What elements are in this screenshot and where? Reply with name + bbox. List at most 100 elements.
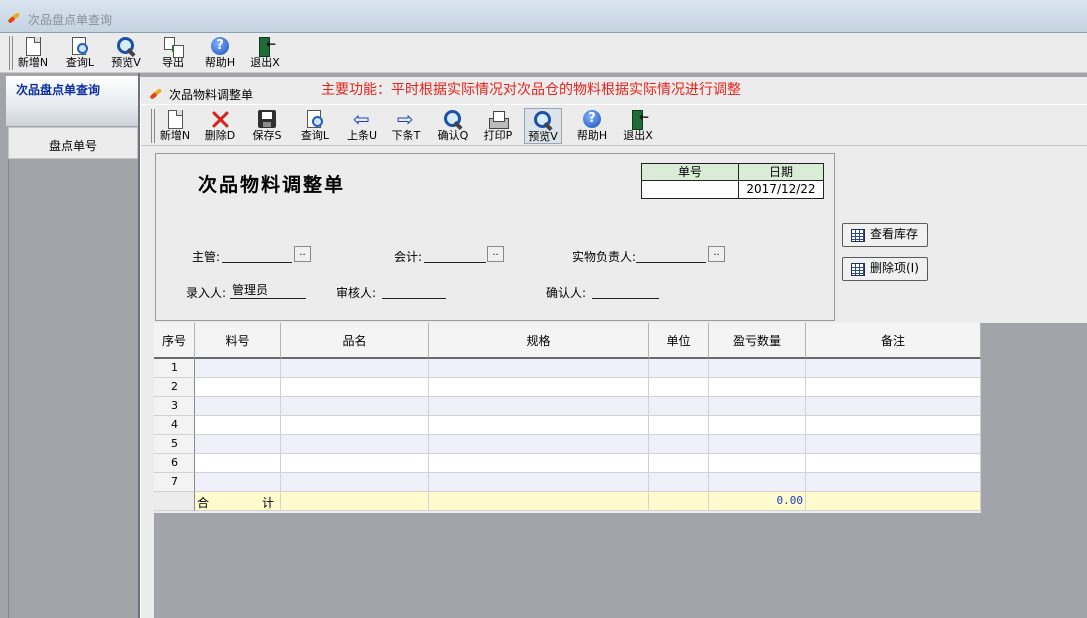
item-no-cell[interactable] [195, 397, 281, 416]
toolbar-grip[interactable] [151, 109, 155, 143]
exit-button[interactable]: 退出X [620, 108, 656, 144]
save-icon [256, 109, 278, 129]
unit-cell[interactable] [649, 435, 709, 454]
view-stock-button[interactable]: 查看库存 [842, 223, 928, 247]
remark-cell[interactable] [806, 378, 981, 397]
unit-cell[interactable] [649, 359, 709, 378]
item-name-cell[interactable] [281, 416, 429, 435]
item-no-cell[interactable] [195, 378, 281, 397]
help-icon [209, 36, 231, 56]
spec-cell[interactable] [429, 397, 649, 416]
qty-cell[interactable] [709, 473, 806, 492]
remark-cell[interactable] [806, 416, 981, 435]
unit-cell[interactable] [649, 378, 709, 397]
col-header-item-no[interactable]: 料号 [195, 323, 281, 359]
print-button[interactable]: 打印P [481, 108, 515, 144]
confirm-button[interactable]: 确认Q [436, 108, 470, 144]
item-name-cell[interactable] [281, 473, 429, 492]
col-header-qty[interactable]: 盈亏数量 [709, 323, 806, 359]
item-name-cell[interactable] [281, 435, 429, 454]
left-list-body[interactable] [8, 159, 138, 618]
reviewer-field[interactable] [382, 283, 446, 299]
table-row[interactable]: 3 [154, 397, 981, 416]
col-header-seq[interactable]: 序号 [154, 323, 195, 359]
item-no-cell[interactable] [195, 473, 281, 492]
qty-cell[interactable] [709, 378, 806, 397]
outer-preview-button[interactable]: 预览V [108, 35, 144, 71]
accountant-lookup-button[interactable]: .. [487, 246, 504, 262]
confirmer-field[interactable] [592, 283, 659, 299]
remark-cell[interactable] [806, 454, 981, 473]
toolbar-grip[interactable] [9, 36, 13, 70]
supervisor-field[interactable] [222, 247, 292, 263]
spec-cell[interactable] [429, 454, 649, 473]
outer-export-button[interactable]: 导出 [157, 35, 189, 71]
spec-cell[interactable] [429, 378, 649, 397]
table-row[interactable]: 7 [154, 473, 981, 492]
outer-exit-label: 退出X [250, 56, 280, 69]
outer-exit-button[interactable]: 退出X [247, 35, 283, 71]
number-value[interactable] [642, 181, 739, 198]
save-button[interactable]: 保存S [250, 108, 284, 144]
col-header-spec[interactable]: 规格 [429, 323, 649, 359]
spec-cell[interactable] [429, 473, 649, 492]
total-item-name-cell [281, 492, 429, 511]
row-number: 1 [154, 359, 195, 378]
unit-cell[interactable] [649, 397, 709, 416]
item-name-cell[interactable] [281, 359, 429, 378]
table-row[interactable]: 5 [154, 435, 981, 454]
table-row[interactable]: 1 [154, 359, 981, 378]
delete-button[interactable]: 删除D [203, 108, 237, 144]
col-header-unit[interactable]: 单位 [649, 323, 709, 359]
outer-help-button[interactable]: 帮助H [201, 35, 239, 71]
table-row[interactable]: 2 [154, 378, 981, 397]
custodian-lookup-button[interactable]: .. [708, 246, 725, 262]
outer-query-button[interactable]: 查询L [62, 35, 98, 71]
remark-cell[interactable] [806, 473, 981, 492]
qty-cell[interactable] [709, 359, 806, 378]
qty-cell[interactable] [709, 397, 806, 416]
spec-cell[interactable] [429, 359, 649, 378]
supervisor-lookup-button[interactable]: .. [294, 246, 311, 262]
inner-window-title: 次品物料调整单 [169, 88, 254, 102]
item-name-cell[interactable] [281, 378, 429, 397]
item-name-cell[interactable] [281, 454, 429, 473]
prev-record-button[interactable]: 上条U [345, 107, 379, 144]
remark-cell[interactable] [806, 397, 981, 416]
item-name-cell[interactable] [281, 397, 429, 416]
preview-button[interactable]: 预览V [524, 108, 562, 144]
col-header-item-name[interactable]: 品名 [281, 323, 429, 359]
unit-cell[interactable] [649, 473, 709, 492]
qty-cell[interactable] [709, 435, 806, 454]
query-button[interactable]: 查询L [297, 108, 333, 144]
item-no-cell[interactable] [195, 454, 281, 473]
entered-by-field[interactable]: 管理员 [230, 283, 306, 299]
item-no-cell[interactable] [195, 435, 281, 454]
exit-icon [254, 36, 276, 57]
view-stock-label: 查看库存 [870, 227, 919, 241]
qty-cell[interactable] [709, 454, 806, 473]
col-header-remark[interactable]: 备注 [806, 323, 981, 359]
custodian-field[interactable] [636, 247, 706, 263]
remark-cell[interactable] [806, 435, 981, 454]
spec-cell[interactable] [429, 416, 649, 435]
table-row[interactable]: 6 [154, 454, 981, 473]
next-record-button[interactable]: 下条T [389, 107, 423, 144]
outer-new-button[interactable]: 新增N [16, 35, 50, 71]
help-button[interactable]: 帮助H [574, 108, 610, 144]
outer-toolbar: 新增N 查询L 预览V 导出 帮助H 退出X [0, 33, 1087, 73]
unit-cell[interactable] [649, 454, 709, 473]
new-button[interactable]: 新增N [158, 108, 192, 144]
remark-cell[interactable] [806, 359, 981, 378]
date-value[interactable]: 2017/12/22 [739, 181, 823, 198]
accountant-field[interactable] [424, 247, 486, 263]
qty-cell[interactable] [709, 416, 806, 435]
spec-cell[interactable] [429, 435, 649, 454]
item-no-cell[interactable] [195, 416, 281, 435]
table-row[interactable]: 4 [154, 416, 981, 435]
unit-cell[interactable] [649, 416, 709, 435]
query-doc-icon [69, 36, 91, 56]
delete-item-button[interactable]: 删除项(I) [842, 257, 928, 281]
left-column-header[interactable]: 盘点单号 [8, 127, 138, 159]
item-no-cell[interactable] [195, 359, 281, 378]
